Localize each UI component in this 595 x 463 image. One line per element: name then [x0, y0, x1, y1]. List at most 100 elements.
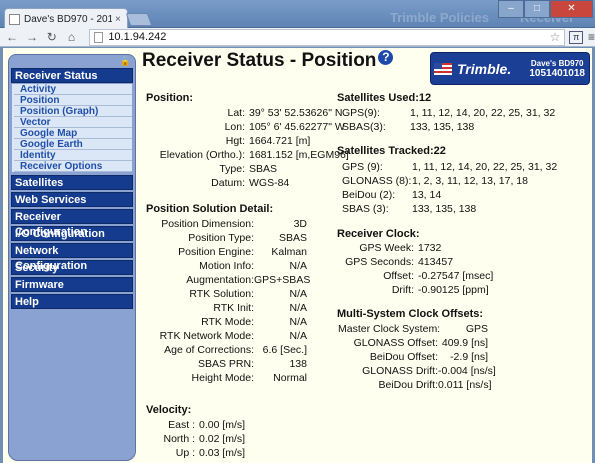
field-value: N/A: [289, 316, 307, 328]
receiver-status-submenu: Activity Position Position (Graph) Vecto…: [11, 83, 133, 173]
close-window-button[interactable]: ✕: [550, 0, 593, 18]
home-icon[interactable]: ⌂: [66, 30, 78, 44]
field-value: N/A: [289, 288, 307, 300]
reload-icon[interactable]: ↻: [46, 30, 58, 44]
receiver-clock-heading: Receiver Clock:: [337, 228, 420, 240]
field-value: WGS-84: [249, 177, 290, 189]
field-value: 3D: [293, 218, 307, 230]
submenu-google-earth[interactable]: Google Earth: [14, 139, 132, 150]
field-label: GLONASS Drift:: [362, 365, 438, 377]
field-value: 133, 135, 138: [410, 121, 475, 133]
field-value: 0.00 [m/s]: [199, 419, 246, 431]
clock-row: GPS Seconds: 413457: [332, 256, 453, 268]
field-label: Drift:: [391, 284, 414, 296]
bookmark-star-icon[interactable]: ☆: [550, 30, 561, 44]
position-row: Elevation (Ortho.): 1681.152 [m,EGM96]: [142, 149, 349, 161]
menu-help[interactable]: Help: [11, 294, 133, 309]
clock-offset-row: GLONASS Offset: 409.9 [ns]: [338, 337, 488, 349]
field-label: RTK Network Mode:: [159, 330, 254, 342]
maximize-button[interactable]: □: [524, 0, 550, 18]
extension-icon[interactable]: π: [569, 30, 583, 44]
menu-satellites[interactable]: Satellites: [11, 175, 133, 190]
field-value: 105° 6' 45.62277" W: [249, 121, 345, 133]
page-content: 🔒 Receiver Status Activity Position Posi…: [3, 48, 592, 463]
page-title-text: Receiver Status - Position: [142, 50, 377, 71]
field-value: 1681.152 [m,EGM96]: [249, 149, 349, 161]
field-label: Elevation (Ortho.):: [159, 149, 245, 161]
field-value: SBAS: [249, 163, 278, 175]
satellites-tracked-heading: Satellites Tracked:22: [337, 145, 446, 157]
browser-titlebar: Dave's BD970 - 2013-03-2 × Trimble Polic…: [0, 0, 595, 29]
position-row: Datum: WGS-84: [142, 177, 289, 189]
submenu-receiver-options[interactable]: Receiver Options: [14, 161, 132, 172]
field-value: 409.9 [ns]: [441, 337, 488, 349]
field-label: Augmentation:: [186, 274, 254, 286]
browser-tab[interactable]: Dave's BD970 - 2013-03-2 ×: [4, 8, 128, 29]
clock-offset-row: BeiDou Offset: -2.9 [ns]: [338, 351, 488, 363]
detail-row: Age of Corrections: 6.6 [Sec.]: [142, 344, 307, 356]
satellites-tracked-row: GLONASS (8):1, 2, 3, 11, 12, 13, 17, 18: [342, 175, 528, 187]
field-label: RTK Mode:: [201, 316, 254, 328]
field-value: 0.011 [ns/s]: [438, 379, 492, 391]
position-row: Type: SBAS: [142, 163, 277, 175]
field-label: Master Clock System:: [338, 323, 441, 335]
new-tab-button[interactable]: [125, 13, 153, 26]
address-bar[interactable]: 10.1.94.242 ☆: [89, 28, 566, 46]
submenu-activity[interactable]: Activity: [14, 84, 132, 95]
field-value: Kalman: [271, 246, 307, 258]
satellites-tracked-row: BeiDou (2): 13, 14: [342, 189, 441, 201]
page-title: Receiver Status - Position?: [142, 50, 394, 72]
field-label: GPS Seconds:: [345, 256, 414, 268]
field-value: 133, 135, 138: [412, 203, 477, 215]
clock-row: Drift: -0.90125 [ppm]: [332, 284, 489, 296]
satellites-used-row: GPS(9): 1, 11, 12, 14, 20, 22, 25, 31, 32: [342, 107, 555, 119]
position-row: Hgt: 1664.721 [m]: [142, 135, 311, 147]
field-label: Offset:: [383, 270, 414, 282]
page-favicon-icon: [9, 13, 20, 25]
field-value: 1664.721 [m]: [249, 135, 311, 147]
satellites-tracked-row: SBAS (3): 133, 135, 138: [342, 203, 476, 215]
submenu-vector[interactable]: Vector: [14, 117, 132, 128]
background-text: Trimble Policies: [390, 10, 489, 25]
field-label: SBAS(3):: [342, 121, 386, 133]
device-id: Dave's BD970 1051401018: [529, 59, 585, 79]
field-label: East :: [168, 419, 195, 431]
submenu-google-map[interactable]: Google Map: [14, 128, 132, 139]
detail-row: RTK Solution: N/A: [142, 288, 307, 300]
detail-row: Motion Info: N/A: [142, 260, 307, 272]
field-label: Type:: [219, 163, 245, 175]
minimize-button[interactable]: –: [498, 0, 524, 18]
menu-firmware[interactable]: Firmware: [11, 277, 133, 292]
forward-arrow-icon[interactable]: →: [26, 30, 38, 44]
menu-io-configuration[interactable]: I/O Configuration: [11, 226, 133, 241]
menu-web-services[interactable]: Web Services: [11, 192, 133, 207]
menu-receiver-configuration[interactable]: Receiver Configuration: [11, 209, 133, 238]
satellites-used-heading: Satellites Used:12: [337, 92, 432, 104]
detail-row: Height Mode: Normal: [142, 372, 307, 384]
position-heading: Position:: [146, 92, 194, 104]
menu-icon[interactable]: ≡: [588, 30, 595, 44]
menu-receiver-status[interactable]: Receiver Status: [11, 68, 133, 83]
field-label: SBAS (3):: [342, 203, 389, 215]
field-value: 0.03 [m/s]: [199, 447, 246, 459]
brand-logo: Trimble.: [457, 60, 512, 77]
submenu-position[interactable]: Position: [14, 95, 132, 106]
field-value: -2.9 [ns]: [450, 351, 488, 363]
clock-offset-row: Master Clock System: GPS: [338, 323, 488, 335]
lock-icon: 🔒: [119, 56, 131, 66]
menu-network-configuration[interactable]: Network Configuration: [11, 243, 133, 272]
tab-close-icon[interactable]: ×: [115, 14, 127, 25]
field-value: N/A: [289, 260, 307, 272]
field-label: Datum:: [211, 177, 245, 189]
field-label: GPS (9):: [342, 161, 383, 173]
device-model: Dave's BD970: [530, 58, 584, 68]
submenu-identity[interactable]: Identity: [14, 150, 132, 161]
back-arrow-icon[interactable]: ←: [6, 30, 18, 44]
submenu-position-graph[interactable]: Position (Graph): [14, 106, 132, 117]
field-label: Hgt:: [225, 135, 245, 147]
field-label: BeiDou (2):: [342, 189, 396, 201]
help-icon[interactable]: ?: [378, 50, 394, 65]
field-value: 1732: [418, 242, 442, 254]
field-value: 1, 2, 3, 11, 12, 13, 17, 18: [412, 175, 528, 187]
sidebar: 🔒 Receiver Status Activity Position Posi…: [8, 54, 136, 461]
